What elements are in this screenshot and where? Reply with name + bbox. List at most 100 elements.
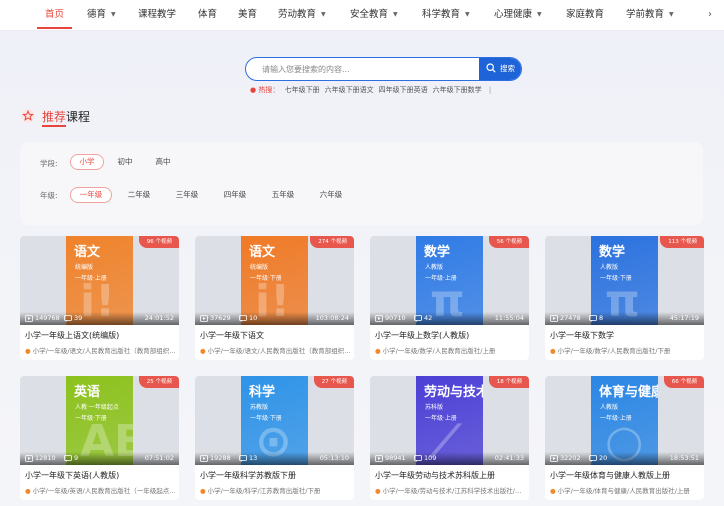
course-card[interactable]: 科学 苏教版 一年级·下册 ⊙ 27 个视频 19288 13 05:13:10 小学一年级科学…	[195, 376, 354, 500]
search-icon	[486, 63, 496, 73]
view-count: 37629	[210, 314, 231, 322]
view-count: 27478	[560, 314, 581, 322]
stage-chip[interactable]: 小学	[70, 154, 104, 170]
grade-chip[interactable]: 四年级	[214, 187, 256, 203]
nav-item-3[interactable]: 体育	[198, 0, 217, 31]
course-title[interactable]: 小学一年级上数学(人教版)	[375, 330, 527, 341]
cover-title: 数学	[599, 245, 626, 260]
course-card[interactable]: 体育与健康 人教版 一年级·上册 ○ 66 个视频 32202 20 18:53:51 小学一年…	[545, 376, 704, 500]
stage-chip[interactable]: 初中	[108, 154, 142, 170]
view-count: 149768	[35, 314, 60, 322]
chevron-down-icon: ▼	[537, 11, 542, 18]
duration: 11:55:04	[494, 314, 524, 322]
course-title[interactable]: 小学一年级上语文(统编版)	[25, 330, 177, 341]
play-icon	[25, 455, 33, 462]
nav-item-7[interactable]: 科学教育 ▼	[422, 0, 470, 31]
course-title[interactable]: 小学一年级科学苏教版下册	[200, 470, 352, 481]
course-card[interactable]: 英语 人教·一年级起点 一年级·下册 AB 25 个视频 12810 9 07:51:02 小学…	[20, 376, 179, 500]
grade-chip[interactable]: 三年级	[166, 187, 208, 203]
cover-edition: 统编版	[250, 264, 269, 271]
cover-edition: 人教版	[425, 264, 444, 271]
comment-icon	[414, 315, 422, 322]
cover-title: 语文	[249, 245, 276, 260]
course-title[interactable]: 小学一年级下数学	[550, 330, 702, 341]
comment-count: 8	[599, 314, 604, 322]
cover-title: 科学	[249, 385, 276, 400]
comment-icon	[239, 455, 247, 462]
location-pin-icon: ●	[25, 347, 31, 355]
course-thumbnail[interactable]: 数学 人教版 一年级·下册 π 113 个视频 27478 8 45:17:19	[545, 236, 704, 325]
chevron-down-icon: ▼	[393, 11, 398, 18]
course-meta-bar: 149768 39 24:01:52	[20, 312, 179, 325]
course-card[interactable]: 语文 统编版 一年级·上册 i! 96 个视频 149768 39 24:01:52 小学一年级…	[20, 236, 179, 360]
course-thumbnail[interactable]: 语文 统编版 一年级·下册 i! 274 个视频 37629 10 103:08:24	[195, 236, 354, 325]
play-icon	[550, 455, 558, 462]
course-thumbnail[interactable]: 劳动与技术 苏科版 一年级·上册 ⟋ 18 个视频 98941 109 02:41:33	[370, 376, 529, 465]
view-count: 90710	[385, 314, 406, 322]
section-title-rest: 课程	[66, 110, 91, 124]
course-card[interactable]: 劳动与技术 苏科版 一年级·上册 ⟋ 18 个视频 98941 109 02:41:33 小学一…	[370, 376, 529, 500]
grade-chip[interactable]: 六年级	[310, 187, 352, 203]
course-category: ● 小学/一年级/数学/人民教育出版社/下册	[550, 345, 702, 355]
course-thumbnail[interactable]: 科学 苏教版 一年级·下册 ⊙ 27 个视频 19288 13 05:13:10	[195, 376, 354, 465]
search-bar: 搜索	[245, 57, 522, 81]
course-card[interactable]: 语文 统编版 一年级·下册 i! 274 个视频 37629 10 103:08:24 小学一年…	[195, 236, 354, 360]
hot-keyword-link[interactable]: 六年级下册数学	[433, 86, 482, 94]
course-category: ● 小学/一年级/语文/人民教育出版社（教育部组织编写）	[25, 345, 177, 355]
location-pin-icon: ●	[550, 347, 556, 355]
search-button[interactable]: 搜索	[479, 58, 521, 80]
fire-icon: ●	[250, 86, 257, 94]
nav-item-9[interactable]: 家庭教育	[566, 0, 604, 31]
nav-item-0[interactable]: 首页	[36, 0, 73, 31]
nav-item-label: 劳动教育	[278, 9, 317, 20]
nav-item-label: 家庭教育	[566, 9, 605, 20]
course-title[interactable]: 小学一年级下语文	[200, 330, 352, 341]
video-count-badge: 113 个视频	[660, 236, 704, 248]
comment-icon	[64, 455, 72, 462]
search-input[interactable]	[246, 58, 480, 80]
stage-chip[interactable]: 高中	[146, 154, 180, 170]
comment-count: 39	[74, 314, 83, 322]
section-title-accent: 推荐	[42, 110, 67, 124]
cover-title: 劳动与技术	[424, 385, 483, 400]
hot-keyword-link[interactable]: 七年级下册	[285, 86, 320, 94]
course-title[interactable]: 小学一年级劳动与技术苏科版上册	[375, 470, 527, 481]
grade-chip[interactable]: 二年级	[118, 187, 160, 203]
nav-item-label: 课程教学	[138, 9, 177, 20]
location-pin-icon: ●	[25, 487, 31, 495]
nav-item-5[interactable]: 劳动教育 ▼	[278, 0, 326, 31]
location-pin-icon: ●	[375, 347, 381, 355]
course-card[interactable]: 数学 人教版 一年级·上册 π 56 个视频 90710 42 11:55:04 小学一年级上数…	[370, 236, 529, 360]
top-nav: 首页 德育 ▼ 课程教学 体育 美育 劳动教育 ▼ 安全教育 ▼ 科学教育 ▼ 心理健康 ▼ 家庭教育 学前教…	[0, 0, 724, 31]
grade-chip[interactable]: 一年级	[70, 187, 112, 203]
location-pin-icon: ●	[375, 487, 381, 495]
course-thumbnail[interactable]: 体育与健康 人教版 一年级·上册 ○ 66 个视频 32202 20 18:53:51	[545, 376, 704, 465]
course-thumbnail[interactable]: 数学 人教版 一年级·上册 π 56 个视频 90710 42 11:55:04	[370, 236, 529, 325]
comment-count: 10	[249, 314, 258, 322]
hot-keyword-link[interactable]: 四年级下册英语	[379, 86, 428, 94]
course-thumbnail[interactable]: 英语 人教·一年级起点 一年级·下册 AB 25 个视频 12810 9 07:51:02	[20, 376, 179, 465]
cover-edition: 人教版	[600, 404, 619, 411]
nav-item-8[interactable]: 心理健康 ▼	[494, 0, 542, 31]
location-pin-icon: ●	[550, 487, 556, 495]
nav-item-6[interactable]: 安全教育 ▼	[350, 0, 398, 31]
play-icon	[25, 315, 33, 322]
hot-label: 热搜：	[258, 86, 280, 94]
grade-chip[interactable]: 五年级	[262, 187, 304, 203]
nav-item-label: 科学教育	[422, 9, 461, 20]
nav-more-arrow-icon[interactable]: ›	[708, 0, 712, 29]
course-thumbnail[interactable]: 语文 统编版 一年级·上册 i! 96 个视频 149768 39 24:01:52	[20, 236, 179, 325]
course-meta-bar: 90710 42 11:55:04	[370, 312, 529, 325]
course-category: ● 小学/一年级/语文/人民教育出版社（教育部组织编写）	[200, 345, 352, 355]
course-category: ● 小学/一年级/英语/人民教育出版社（一年级起点）/下册	[25, 485, 177, 495]
hot-keyword-link[interactable]: 六年级下册语文	[325, 86, 374, 94]
course-title[interactable]: 小学一年级体育与健康人教版上册	[550, 470, 702, 481]
video-count-badge: 25 个视频	[138, 376, 179, 388]
nav-item-2[interactable]: 课程教学	[138, 0, 176, 31]
nav-item-4[interactable]: 美育	[238, 0, 257, 31]
nav-item-10[interactable]: 学前教育 ▼	[626, 0, 674, 31]
nav-item-1[interactable]: 德育 ▼	[87, 0, 116, 31]
course-card[interactable]: 数学 人教版 一年级·下册 π 113 个视频 27478 8 45:17:19 小学一年级下数…	[545, 236, 704, 360]
star-icon	[21, 109, 35, 123]
course-title[interactable]: 小学一年级下英语(人教版)	[25, 470, 177, 481]
